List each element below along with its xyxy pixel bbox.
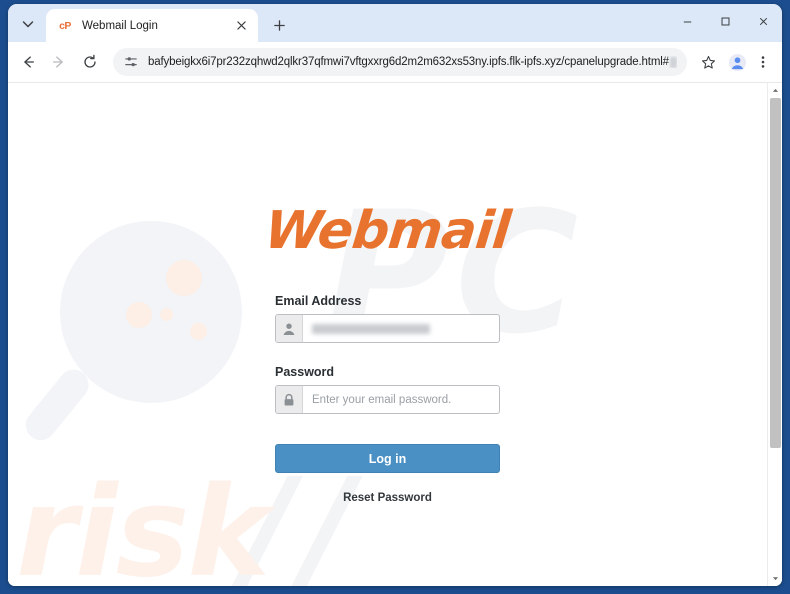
minimize-button[interactable] <box>668 4 706 38</box>
profile-avatar-icon <box>728 53 746 71</box>
tab-close-button[interactable] <box>232 17 250 35</box>
chevron-down-icon <box>772 577 778 581</box>
browser-menu-button[interactable] <box>752 48 774 76</box>
lock-icon <box>284 393 294 405</box>
maximize-icon <box>721 17 729 25</box>
login-area: Webmail Email Address Password Log in Re… <box>8 83 767 504</box>
address-bar-url: bafybeigkx6i7pr232zqhwd2qlkr37qfmwi7vftg… <box>148 56 677 68</box>
window-controls <box>668 4 782 38</box>
plus-icon <box>273 19 285 31</box>
close-icon <box>236 21 246 30</box>
reload-button[interactable] <box>75 47 105 77</box>
url-redacted-fragment <box>669 56 677 68</box>
star-icon <box>701 55 715 69</box>
close-window-button[interactable] <box>744 4 782 38</box>
address-bar[interactable]: bafybeigkx6i7pr232zqhwd2qlkr37qfmwi7vftg… <box>113 48 687 76</box>
password-input[interactable] <box>303 386 499 413</box>
minimize-icon <box>683 20 691 22</box>
login-button[interactable]: Log in <box>275 444 500 473</box>
site-settings-button[interactable] <box>122 54 139 71</box>
forward-arrow-icon <box>53 56 63 68</box>
scroll-down-button[interactable] <box>768 571 782 586</box>
bookmark-button[interactable] <box>694 48 722 76</box>
chevron-up-icon <box>772 88 778 92</box>
browser-toolbar: bafybeigkx6i7pr232zqhwd2qlkr37qfmwi7vftg… <box>8 42 782 82</box>
tab-strip: cP Webmail Login <box>8 4 782 42</box>
user-icon-wrapper <box>276 315 303 342</box>
scroll-up-button[interactable] <box>768 83 782 98</box>
vertical-scrollbar[interactable] <box>767 83 782 586</box>
browser-window: cP Webmail Login bafybeigkx6i7pr232zqhwd… <box>8 4 782 586</box>
redacted-email-text <box>312 323 430 334</box>
scrollbar-thumb[interactable] <box>770 98 781 449</box>
new-tab-button[interactable] <box>266 12 292 38</box>
url-text: bafybeigkx6i7pr232zqhwd2qlkr37qfmwi7vftg… <box>148 56 669 68</box>
page-content: PC // risk Webmail Email Address Passwor… <box>8 83 767 586</box>
lock-icon-wrapper <box>276 386 303 413</box>
password-input-group[interactable] <box>275 385 500 414</box>
chevron-down-icon <box>22 21 34 28</box>
email-field-value[interactable] <box>303 315 499 342</box>
user-icon <box>283 323 295 335</box>
email-input-group[interactable] <box>275 314 500 343</box>
reset-password-link[interactable]: Reset Password <box>275 492 500 504</box>
back-button[interactable] <box>13 47 43 77</box>
tab-search-button[interactable] <box>14 10 42 38</box>
tune-icon <box>124 57 137 67</box>
form-spacer <box>275 343 500 365</box>
tab-title: Webmail Login <box>82 19 158 32</box>
profile-button[interactable] <box>723 48 751 76</box>
password-label: Password <box>275 365 335 379</box>
maximize-button[interactable] <box>706 4 744 38</box>
reload-icon <box>84 54 96 68</box>
webmail-logo: Webmail <box>262 201 513 261</box>
forward-button[interactable] <box>44 47 74 77</box>
page-viewport: PC // risk Webmail Email Address Passwor… <box>8 82 782 586</box>
scrollbar-track[interactable] <box>768 98 782 571</box>
login-form: Email Address Password Log in Reset Pass… <box>275 294 500 504</box>
back-arrow-icon <box>24 56 34 68</box>
cpanel-favicon-icon: cP <box>59 19 71 32</box>
browser-tab[interactable]: cP Webmail Login <box>46 9 258 42</box>
close-icon <box>759 17 767 25</box>
email-label: Email Address <box>275 294 362 308</box>
three-dot-menu-icon <box>761 56 765 68</box>
